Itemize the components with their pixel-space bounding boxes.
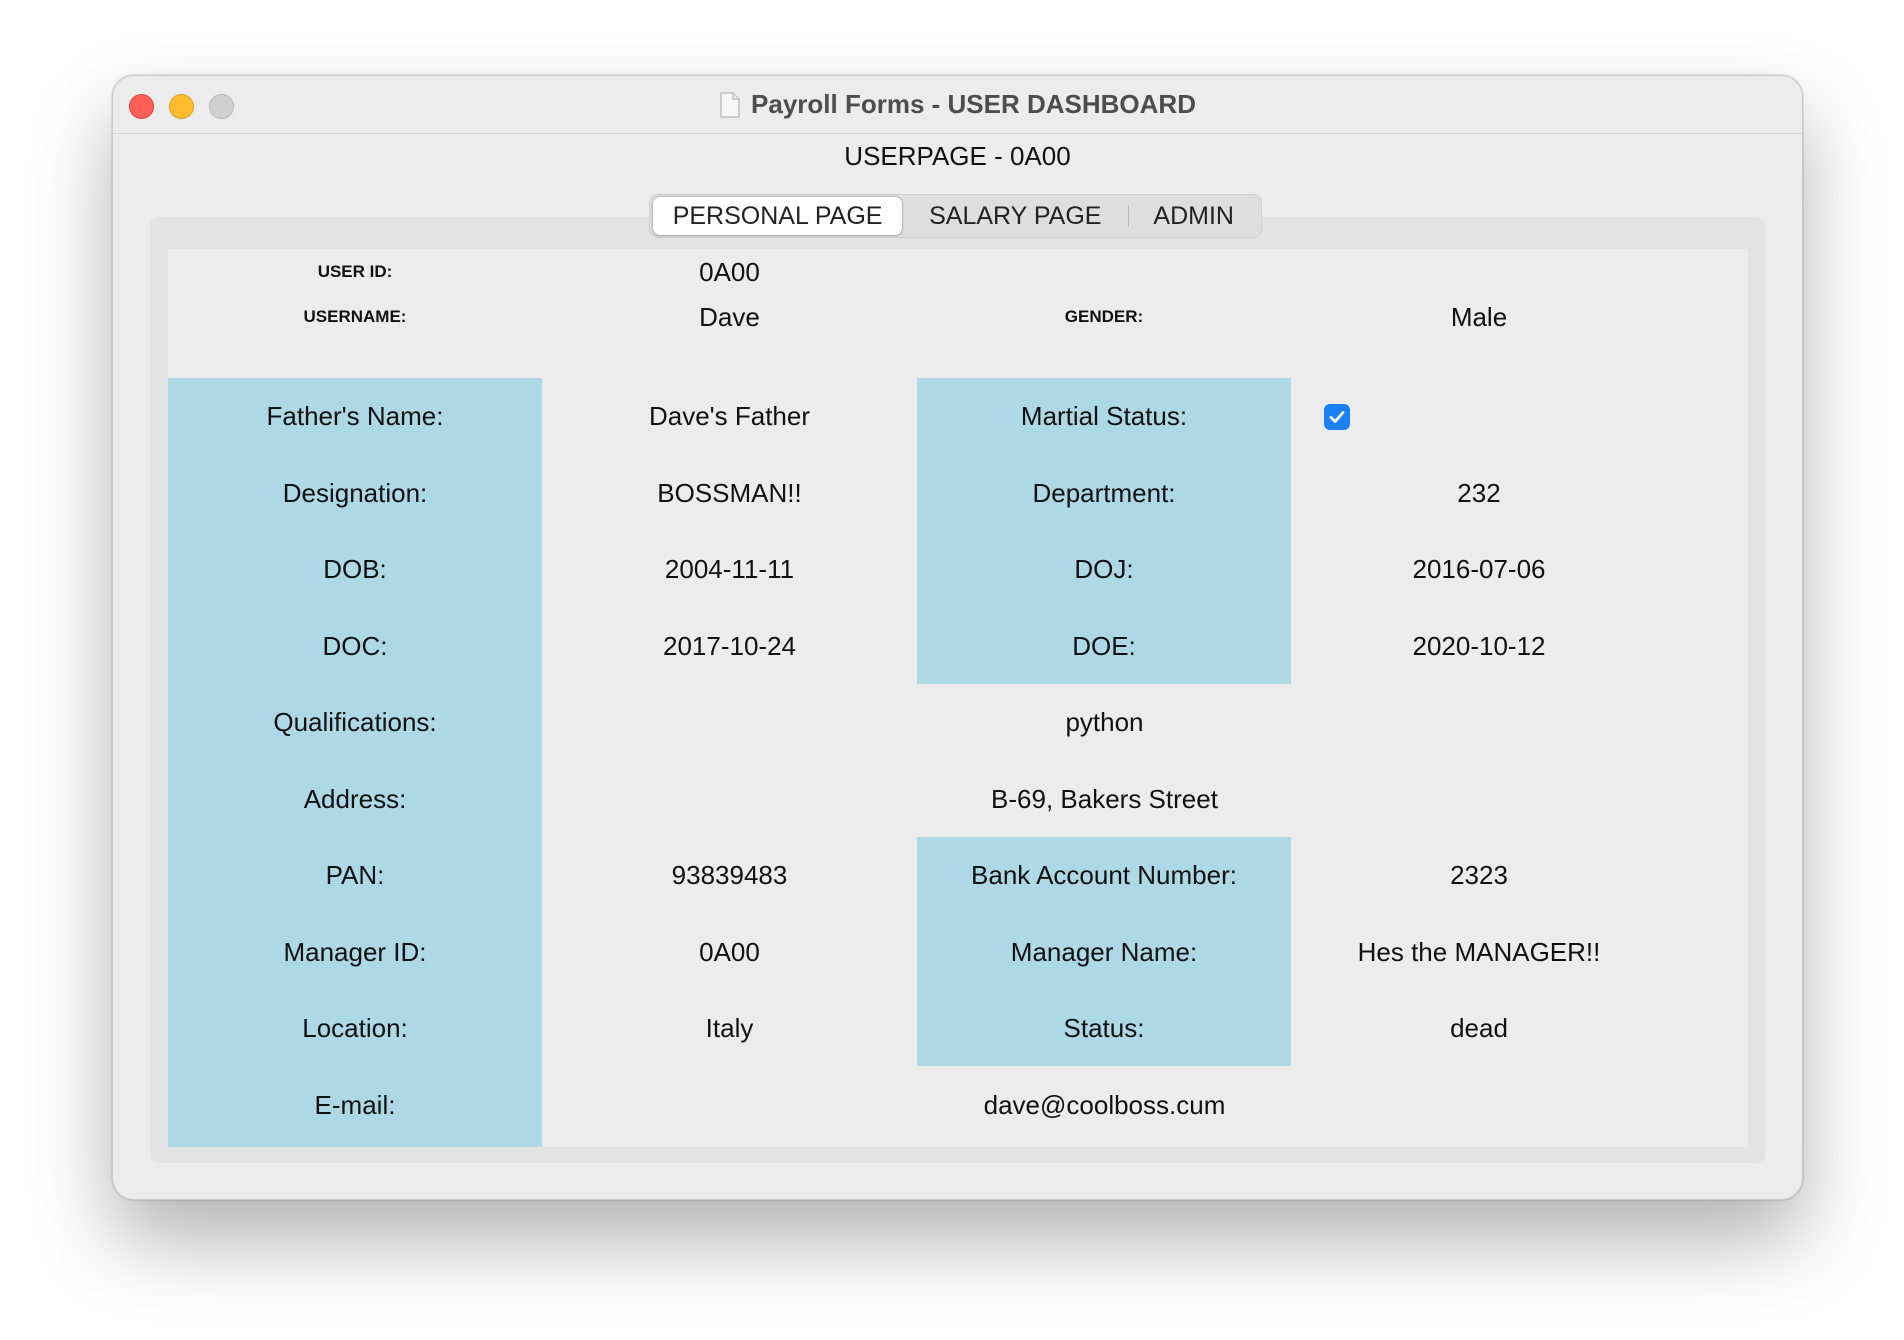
checkmark-icon — [1329, 411, 1345, 423]
tab-personal-page[interactable]: PERSONAL PAGE — [653, 197, 903, 235]
marital-status-checkbox[interactable] — [1324, 404, 1350, 430]
tab-salary-page[interactable]: SALARY PAGE — [902, 197, 1128, 235]
designation-value: BOSSMAN!! — [657, 477, 802, 508]
doc-label: DOC: — [322, 630, 388, 661]
user-id-value: 0A00 — [699, 256, 760, 287]
designation-label: Designation: — [282, 477, 428, 508]
doe-label: DOE: — [1072, 630, 1136, 661]
manager-name-label: Manager Name: — [1010, 936, 1198, 967]
personal-info-form: USER ID: 0A00 USERNAME: Dave GENDER: Mal… — [168, 249, 1748, 1147]
gender-value: Male — [1450, 301, 1508, 332]
doc-value: 2017-10-24 — [663, 630, 796, 661]
email-value: dave@coolboss.cum — [983, 1089, 1226, 1120]
status-label: Status: — [1063, 1012, 1145, 1043]
user-id-label: USER ID: — [317, 262, 393, 281]
window-title: Payroll Forms - USER DASHBOARD — [751, 89, 1196, 119]
qualifications-label: Qualifications: — [273, 707, 437, 737]
pan-label: PAN: — [325, 860, 385, 890]
pan-value: 93839483 — [671, 860, 788, 890]
address-value: B-69, Bakers Street — [991, 783, 1218, 814]
location-value: Italy — [705, 1012, 754, 1043]
document-icon — [720, 91, 740, 118]
qualifications-value: python — [1065, 707, 1144, 737]
manager-name-value: Hes the MANAGER!! — [1357, 936, 1601, 967]
doe-value: 2020-10-12 — [1412, 630, 1546, 661]
location-label: Location: — [302, 1012, 408, 1043]
manager-id-value: 0A00 — [699, 936, 760, 967]
app-window: Payroll Forms - USER DASHBOARD USERPAGE … — [112, 75, 1803, 1200]
fathers-name-value: Dave's Father — [648, 401, 811, 431]
fathers-name-label: Father's Name: — [266, 401, 444, 431]
doj-label: DOJ: — [1074, 554, 1134, 584]
email-label: E-mail: — [314, 1089, 396, 1120]
username-label: USERNAME: — [303, 307, 407, 326]
tab-admin[interactable]: ADMIN — [1129, 197, 1258, 235]
gender-label: GENDER: — [1064, 307, 1144, 326]
title-bar: Payroll Forms - USER DASHBOARD — [113, 76, 1802, 134]
bank-account-value: 2323 — [1450, 860, 1508, 890]
marital-status-label: Martial Status: — [1020, 401, 1188, 431]
department-value: 232 — [1457, 477, 1501, 508]
username-value: Dave — [699, 301, 760, 332]
manager-id-label: Manager ID: — [283, 936, 427, 967]
tab-bar: PERSONAL PAGE SALARY PAGE ADMIN — [649, 194, 1262, 238]
dob-label: DOB: — [323, 554, 387, 584]
department-label: Department: — [1032, 477, 1176, 508]
status-value: dead — [1450, 1012, 1508, 1043]
window-title-group: Payroll Forms - USER DASHBOARD — [113, 76, 1802, 133]
dob-value: 2004-11-11 — [664, 554, 795, 584]
address-label: Address: — [303, 783, 407, 814]
page-heading: USERPAGE - 0A00 — [844, 141, 1071, 171]
doj-value: 2016-07-06 — [1412, 554, 1546, 584]
bank-account-label: Bank Account Number: — [971, 860, 1237, 890]
